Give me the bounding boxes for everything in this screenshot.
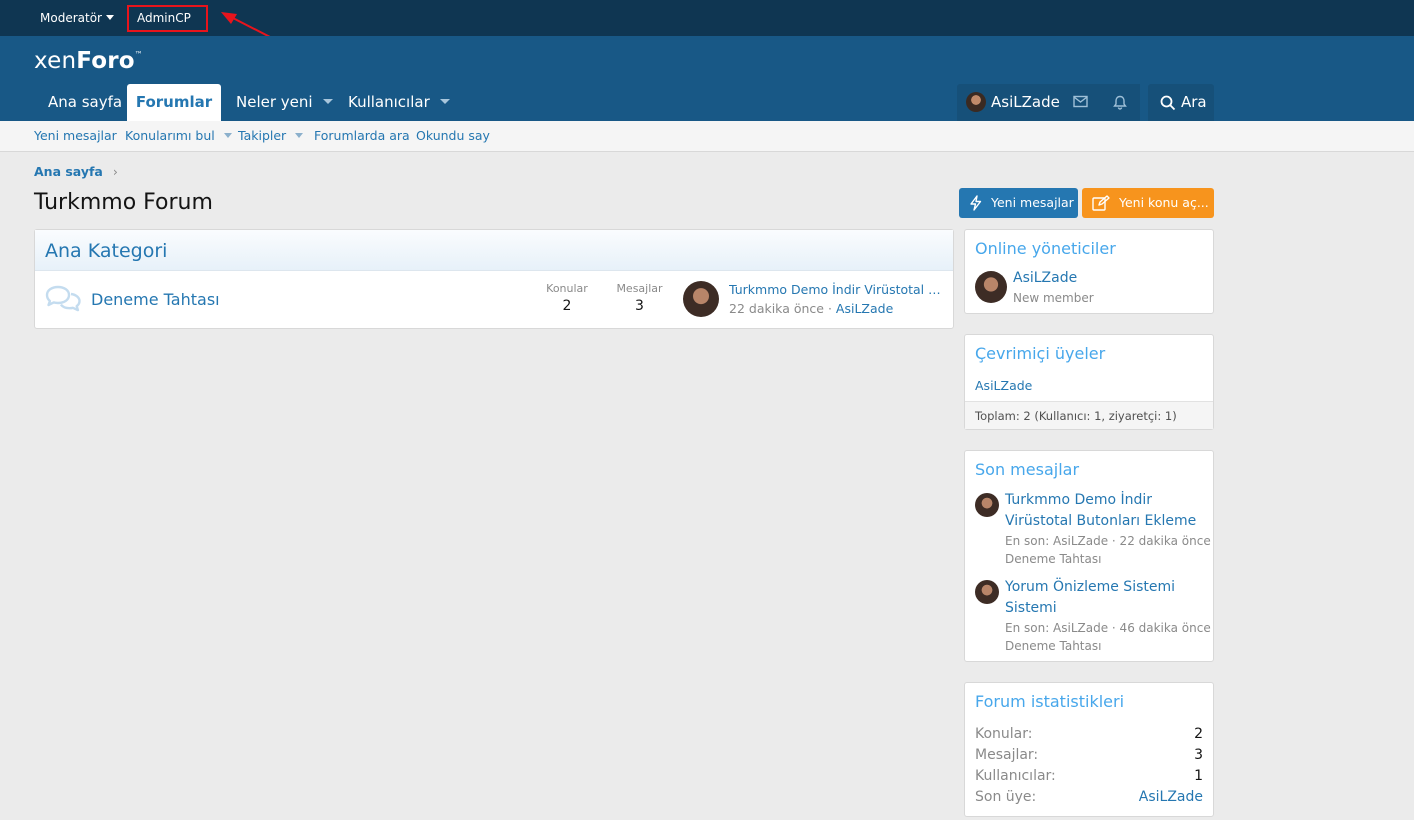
forum-messages-stat: Mesajlar 3 [616, 282, 663, 314]
tab-members[interactable]: Kullanıcılar [334, 84, 464, 121]
user-title: New member [1013, 291, 1094, 305]
new-thread-button[interactable]: Yeni konu aç... [1082, 188, 1214, 218]
staff-bar: Moderatör AdminCP [0, 0, 1414, 59]
stat-row: Son üye: AsiLZade [975, 789, 1203, 805]
avatar[interactable] [975, 493, 999, 517]
latest-member-link[interactable]: AsiLZade [1139, 789, 1203, 805]
caret-down-icon [295, 133, 304, 138]
annotation-highlight-box [127, 5, 208, 32]
avatar[interactable] [683, 281, 719, 317]
forum-stats-widget: Forum istatistikleri Konular: 2 Mesajlar:… [964, 682, 1214, 817]
category-title[interactable]: Ana Kategori [45, 240, 167, 262]
recent-post-title-link[interactable]: Turkmmo Demo İndir Virüstotal Butonları E… [1005, 490, 1205, 532]
envelope-icon [1073, 95, 1088, 108]
online-user-link[interactable]: AsiLZade [975, 378, 1032, 393]
widget-title[interactable]: Forum istatistikleri [975, 692, 1124, 711]
site-logo[interactable]: xenForo™ [34, 48, 143, 74]
subnav-new-posts[interactable]: Yeni mesajlar [34, 121, 117, 151]
online-totals: Toplam: 2 (Kullanıcı: 1, ziyaretçi: 1) [965, 401, 1213, 429]
avatar [966, 92, 986, 112]
avatar[interactable] [975, 271, 1007, 303]
tab-whats-new[interactable]: Neler yeni [222, 84, 347, 121]
new-posts-widget: Son mesajlar Turkmmo Demo İndir Virüstota… [964, 450, 1214, 662]
last-post-title-link[interactable]: Turkmmo Demo İndir Virüstotal Butonları … [729, 282, 945, 297]
stat-row: Konular: 2 [975, 726, 1203, 742]
widget-title[interactable]: Son mesajlar [975, 460, 1079, 479]
subnav-mark-read[interactable]: Okundu say [416, 121, 490, 151]
members-online-widget: Çevrimiçi üyeler AsiLZade Toplam: 2 (Kul… [964, 334, 1214, 430]
new-posts-button[interactable]: Yeni mesajlar [959, 188, 1078, 218]
last-post-meta: 22 dakika önce · AsiLZade [729, 301, 894, 316]
forum-chat-bubbles-icon [45, 285, 81, 312]
staff-user-link[interactable]: AsiLZade [1013, 270, 1077, 286]
forum-threads-stat: Konular 2 [546, 282, 588, 314]
recent-post-title-link[interactable]: Yorum Önizleme Sistemi Sistemi [1005, 577, 1205, 619]
account-menu[interactable]: AsiLZade [957, 84, 1060, 121]
widget-title[interactable]: Online yöneticiler [975, 239, 1116, 258]
forum-title-link[interactable]: Deneme Tahtası [91, 290, 220, 309]
stat-row: Kullanıcılar: 1 [975, 768, 1203, 784]
edit-icon [1092, 195, 1110, 211]
page-title: Turkmmo Forum [34, 190, 213, 215]
category-block: Ana Kategori Deneme Tahtası Konular 2 Me… [34, 229, 954, 329]
bell-icon [1113, 95, 1127, 110]
breadcrumb: Ana sayfa › [34, 164, 118, 179]
caret-down-icon [223, 133, 232, 138]
subnav-watched[interactable]: Takipler [238, 121, 304, 151]
recent-post-meta: En son: AsiLZade · 22 dakika önce [1005, 534, 1211, 548]
widget-title[interactable]: Çevrimiçi üyeler [975, 344, 1105, 363]
breadcrumb-separator: › [112, 164, 118, 179]
caret-down-icon [322, 99, 333, 104]
bolt-icon [970, 195, 982, 211]
caret-down-icon [105, 15, 114, 20]
sub-navigation: Yeni mesajlar Konularımı bul Takipler Fo… [0, 121, 1414, 152]
moderator-menu[interactable]: Moderatör [40, 0, 114, 36]
tab-forums[interactable]: Forumlar [127, 84, 221, 121]
recent-post-forum[interactable]: Deneme Tahtası [1005, 550, 1101, 568]
subnav-search-forums[interactable]: Forumlarda ara [314, 121, 410, 151]
caret-down-icon [439, 99, 450, 104]
tab-home[interactable]: Ana sayfa [34, 84, 136, 121]
recent-post-meta: En son: AsiLZade · 46 dakika önce [1005, 621, 1211, 635]
breadcrumb-home[interactable]: Ana sayfa [34, 164, 103, 179]
search-button[interactable]: Ara [1148, 84, 1214, 121]
inbox-button[interactable] [1060, 84, 1100, 121]
search-icon [1160, 95, 1176, 111]
subnav-your-threads[interactable]: Konularımı bul [125, 121, 232, 151]
alerts-button[interactable] [1100, 84, 1140, 121]
site-header: xenForo™ Ana sayfa Forumlar Neler yeni K… [0, 36, 1414, 121]
recent-post-forum[interactable]: Deneme Tahtası [1005, 637, 1101, 655]
category-header: Ana Kategori [35, 230, 953, 271]
avatar[interactable] [975, 580, 999, 604]
last-post-user-link[interactable]: AsiLZade [836, 301, 893, 316]
stat-row: Mesajlar: 3 [975, 747, 1203, 763]
staff-online-widget: Online yöneticiler AsiLZade New member [964, 229, 1214, 314]
